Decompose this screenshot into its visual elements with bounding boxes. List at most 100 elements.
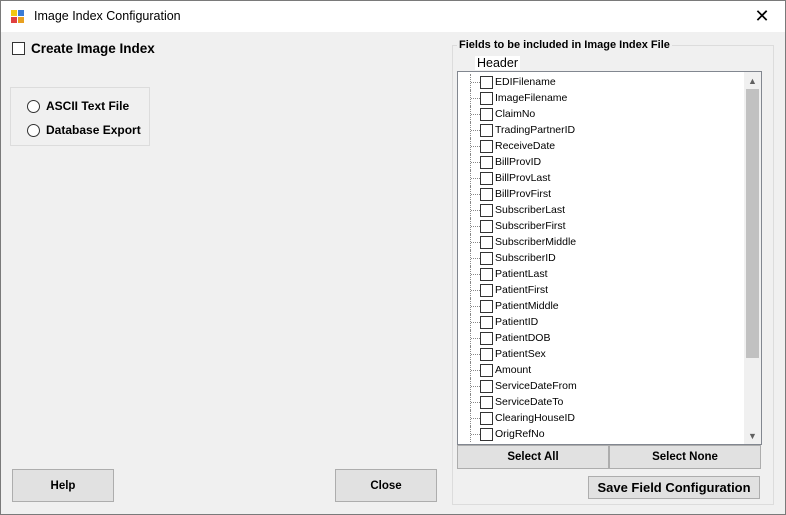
field-checkbox[interactable] bbox=[480, 347, 493, 361]
radio-ascii-text-file[interactable]: ASCII Text File bbox=[27, 99, 129, 113]
tree-item[interactable]: PatientSex bbox=[458, 346, 746, 362]
field-checkbox[interactable] bbox=[480, 219, 493, 233]
tree-connector bbox=[470, 314, 480, 330]
field-label: BillProvLast bbox=[495, 172, 551, 184]
field-checkbox[interactable] bbox=[480, 379, 493, 393]
field-label: SubscriberMiddle bbox=[495, 236, 577, 248]
field-checkbox[interactable] bbox=[480, 315, 493, 329]
tree-connector bbox=[470, 362, 480, 378]
tree-connector bbox=[470, 426, 480, 442]
field-label: BillProvID bbox=[495, 156, 542, 168]
tree-item[interactable]: SubscriberFirst bbox=[458, 218, 746, 234]
field-checkbox[interactable] bbox=[480, 123, 493, 137]
field-checkbox[interactable] bbox=[480, 267, 493, 281]
fields-tree-items: EDIFilename ImageFilename ClaimNo TradingPa… bbox=[458, 74, 746, 442]
tree-item[interactable]: PatientDOB bbox=[458, 330, 746, 346]
tree-item[interactable]: BillProvID bbox=[458, 154, 746, 170]
field-checkbox[interactable] bbox=[480, 91, 493, 105]
radio-database-label: Database Export bbox=[46, 123, 141, 137]
radio-database-export[interactable]: Database Export bbox=[27, 123, 141, 137]
checkbox-box[interactable] bbox=[12, 42, 25, 55]
field-checkbox[interactable] bbox=[480, 171, 493, 185]
field-label: ClearingHouseID bbox=[495, 412, 575, 424]
tree-item[interactable]: ServiceDateFrom bbox=[458, 378, 746, 394]
tree-connector bbox=[470, 74, 480, 90]
tree-connector bbox=[470, 266, 480, 282]
field-checkbox[interactable] bbox=[480, 139, 493, 153]
field-checkbox[interactable] bbox=[480, 363, 493, 377]
tree-item[interactable]: Amount bbox=[458, 362, 746, 378]
tree-connector bbox=[470, 154, 480, 170]
tree-item[interactable]: SubscriberLast bbox=[458, 202, 746, 218]
tree-item[interactable]: SubscriberMiddle bbox=[458, 234, 746, 250]
radio-ascii-label: ASCII Text File bbox=[46, 99, 130, 113]
tree-item[interactable]: TradingPartnerID bbox=[458, 122, 746, 138]
create-image-index-checkbox[interactable]: Create Image Index bbox=[12, 41, 155, 56]
tree-connector bbox=[470, 186, 480, 202]
field-label: SubscriberFirst bbox=[495, 220, 566, 232]
field-checkbox[interactable] bbox=[480, 107, 493, 121]
field-label: PatientID bbox=[495, 316, 539, 328]
save-field-configuration-button[interactable]: Save Field Configuration bbox=[588, 476, 760, 499]
field-label: ImageFilename bbox=[495, 92, 568, 104]
tree-scrollbar[interactable]: ▲ ▼ bbox=[744, 72, 761, 444]
tree-item[interactable]: SubscriberID bbox=[458, 250, 746, 266]
scroll-up-icon[interactable]: ▲ bbox=[744, 72, 761, 89]
tree-item[interactable]: PatientID bbox=[458, 314, 746, 330]
field-checkbox[interactable] bbox=[480, 203, 493, 217]
window-title: Image Index Configuration bbox=[34, 9, 181, 23]
tree-item[interactable]: ClearingHouseID bbox=[458, 410, 746, 426]
help-button[interactable]: Help bbox=[12, 469, 114, 502]
field-label: PatientLast bbox=[495, 268, 548, 280]
field-checkbox[interactable] bbox=[480, 395, 493, 409]
field-checkbox[interactable] bbox=[480, 299, 493, 313]
field-checkbox[interactable] bbox=[480, 283, 493, 297]
fields-group-label: Fields to be included in Image Index Fil… bbox=[457, 39, 672, 51]
tree-item[interactable]: ImageFilename bbox=[458, 90, 746, 106]
field-checkbox[interactable] bbox=[480, 411, 493, 425]
field-checkbox[interactable] bbox=[480, 75, 493, 89]
title-bar[interactable]: Image Index Configuration ✕ bbox=[1, 1, 785, 32]
tree-connector bbox=[470, 378, 480, 394]
radio-button[interactable] bbox=[27, 123, 40, 137]
field-label: PatientDOB bbox=[495, 332, 551, 344]
tree-root-header[interactable]: Header bbox=[475, 56, 520, 70]
close-window-button[interactable]: ✕ bbox=[739, 1, 785, 32]
field-label: ClaimNo bbox=[495, 108, 536, 120]
close-icon: ✕ bbox=[754, 6, 770, 26]
field-label: SubscriberID bbox=[495, 252, 556, 264]
tree-item[interactable]: ReceiveDate bbox=[458, 138, 746, 154]
field-checkbox[interactable] bbox=[480, 251, 493, 265]
scroll-thumb[interactable] bbox=[746, 89, 759, 358]
tree-item[interactable]: ServiceDateTo bbox=[458, 394, 746, 410]
field-checkbox[interactable] bbox=[480, 187, 493, 201]
tree-item[interactable]: OrigRefNo bbox=[458, 426, 746, 442]
tree-item[interactable]: PatientFirst bbox=[458, 282, 746, 298]
tree-connector bbox=[470, 138, 480, 154]
radio-button[interactable] bbox=[27, 99, 40, 113]
dialog-window: Image Index Configuration ✕ Create Image… bbox=[0, 0, 786, 515]
field-label: PatientMiddle bbox=[495, 300, 559, 312]
tree-connector bbox=[470, 394, 480, 410]
tree-item[interactable]: ClaimNo bbox=[458, 106, 746, 122]
select-none-button[interactable]: Select None bbox=[609, 445, 761, 469]
scroll-down-icon[interactable]: ▼ bbox=[744, 427, 761, 444]
field-label: BillProvFirst bbox=[495, 188, 552, 200]
field-label: OrigRefNo bbox=[495, 428, 545, 440]
fields-tree[interactable]: EDIFilename ImageFilename ClaimNo TradingPa… bbox=[457, 71, 762, 445]
tree-item[interactable]: PatientLast bbox=[458, 266, 746, 282]
tree-connector bbox=[470, 170, 480, 186]
tree-item[interactable]: BillProvFirst bbox=[458, 186, 746, 202]
field-checkbox[interactable] bbox=[480, 235, 493, 249]
tree-item[interactable]: BillProvLast bbox=[458, 170, 746, 186]
field-checkbox[interactable] bbox=[480, 331, 493, 345]
tree-connector bbox=[470, 234, 480, 250]
tree-item[interactable]: PatientMiddle bbox=[458, 298, 746, 314]
field-checkbox[interactable] bbox=[480, 427, 493, 441]
select-all-button[interactable]: Select All bbox=[457, 445, 609, 469]
close-button[interactable]: Close bbox=[335, 469, 437, 502]
tree-item[interactable]: EDIFilename bbox=[458, 74, 746, 90]
field-label: PatientFirst bbox=[495, 284, 549, 296]
field-label: ReceiveDate bbox=[495, 140, 556, 152]
field-checkbox[interactable] bbox=[480, 155, 493, 169]
